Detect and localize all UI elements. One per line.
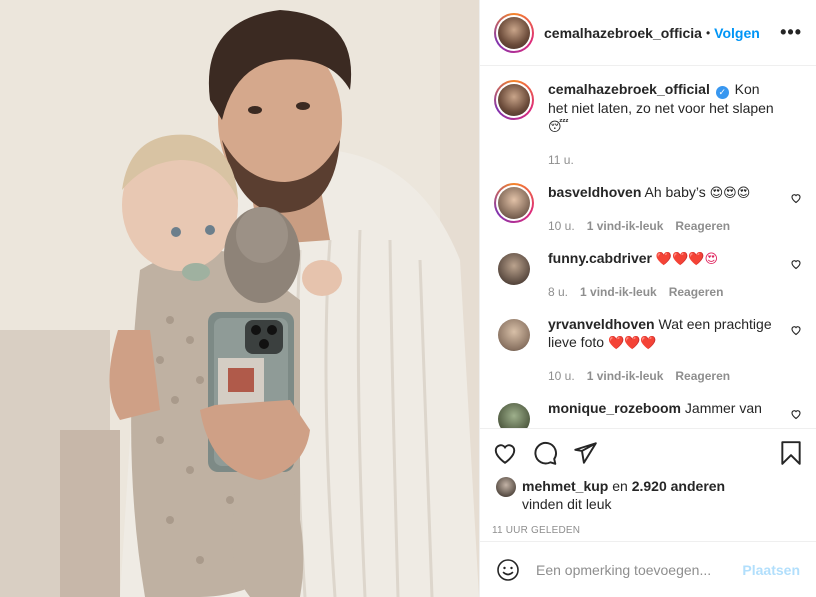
- post-photo[interactable]: [0, 0, 479, 597]
- post-comment-button[interactable]: Plaatsen: [742, 562, 800, 578]
- emoji-smiley-icon[interactable]: [496, 558, 520, 582]
- comment-username[interactable]: basveldhoven: [548, 184, 641, 200]
- verified-badge-icon: ✓: [715, 86, 729, 99]
- follow-button[interactable]: Volgen: [714, 25, 760, 41]
- comment-item: basveldhoven Ah baby’s 😍😍😍 10 u. 1 vind-…: [494, 183, 802, 235]
- comment-input[interactable]: [536, 561, 743, 578]
- liker-avatar[interactable]: [496, 477, 516, 497]
- likes-others[interactable]: 2.920 anderen: [632, 478, 725, 494]
- author-avatar[interactable]: [494, 12, 534, 53]
- caption-time[interactable]: 11 u.: [548, 151, 782, 169]
- reply-button[interactable]: Reageren: [675, 217, 730, 235]
- caption-username[interactable]: cemalhazebroek_official: [548, 81, 710, 97]
- comment-likes[interactable]: 1 vind-ik-leuk: [580, 283, 657, 301]
- author-username[interactable]: cemalhazebroek_officia: [544, 25, 702, 41]
- comment-username[interactable]: monique_rozeboom: [548, 400, 681, 416]
- likes-connector: en: [612, 478, 628, 494]
- comment-avatar[interactable]: [498, 319, 530, 351]
- comment-like-heart-icon[interactable]: [790, 192, 802, 204]
- likes-summary: mehmet_kup en 2.920 anderen vinden dit l…: [492, 477, 804, 513]
- comment-like-heart-icon[interactable]: [790, 258, 802, 270]
- comment-time[interactable]: 8 u.: [548, 283, 568, 301]
- caption: cemalhazebroek_official ✓ Kon het niet l…: [494, 80, 802, 169]
- likes-suffix: vinden dit leuk: [522, 496, 612, 512]
- comment-time[interactable]: 10 u.: [548, 367, 575, 385]
- comment-emoji: ❤️❤️❤️: [607, 336, 657, 351]
- comment-avatar[interactable]: [498, 253, 530, 285]
- comment-avatar[interactable]: [498, 403, 530, 428]
- comment-emoji: 😍😍😍: [709, 186, 751, 201]
- add-comment-bar: Plaatsen: [480, 541, 816, 597]
- post-side-panel: cemalhazebroek_officia • Volgen ••• cema…: [479, 0, 816, 597]
- comment-item: monique_rozeboom Jammer van: [494, 399, 802, 428]
- reply-button[interactable]: Reageren: [675, 367, 730, 385]
- share-icon[interactable]: [572, 440, 598, 466]
- comment-username[interactable]: funny.cabdriver: [548, 250, 652, 266]
- comment-icon[interactable]: [532, 440, 558, 466]
- comment-text: Ah baby’s: [644, 184, 706, 200]
- comments-list[interactable]: cemalhazebroek_official ✓ Kon het niet l…: [480, 66, 816, 428]
- comment-item: yrvanveldhoven Wat een prachtige lieve f…: [494, 315, 802, 385]
- post-actions: mehmet_kup en 2.920 anderen vinden dit l…: [480, 428, 816, 536]
- comment-emoji: ❤️❤️❤️😍: [655, 252, 719, 267]
- comment-username[interactable]: yrvanveldhoven: [548, 316, 655, 332]
- comment-likes[interactable]: 1 vind-ik-leuk: [587, 217, 664, 235]
- caption-avatar[interactable]: [494, 80, 534, 120]
- comment-like-heart-icon[interactable]: [790, 324, 802, 336]
- post-time[interactable]: 11 UUR GELEDEN: [492, 525, 804, 536]
- reply-button[interactable]: Reageren: [669, 283, 724, 301]
- post-dialog: cemalhazebroek_officia • Volgen ••• cema…: [0, 0, 816, 597]
- heart-icon[interactable]: [492, 440, 518, 466]
- liker-username[interactable]: mehmet_kup: [522, 478, 608, 494]
- comment-like-heart-icon[interactable]: [790, 408, 802, 420]
- post-header: cemalhazebroek_officia • Volgen •••: [480, 0, 816, 66]
- comment-likes[interactable]: 1 vind-ik-leuk: [587, 367, 664, 385]
- comment-time[interactable]: 10 u.: [548, 217, 575, 235]
- more-options-icon[interactable]: •••: [780, 22, 802, 43]
- separator-dot: •: [705, 25, 711, 40]
- caption-emoji: 😴: [548, 120, 569, 135]
- comment-text: Jammer van: [684, 400, 762, 416]
- comment-avatar[interactable]: [494, 183, 534, 223]
- comment-item: funny.cabdriver ❤️❤️❤️😍 8 u. 1 vind-ik-l…: [494, 249, 802, 301]
- bookmark-icon[interactable]: [778, 440, 804, 466]
- photo-illustration: [0, 0, 479, 597]
